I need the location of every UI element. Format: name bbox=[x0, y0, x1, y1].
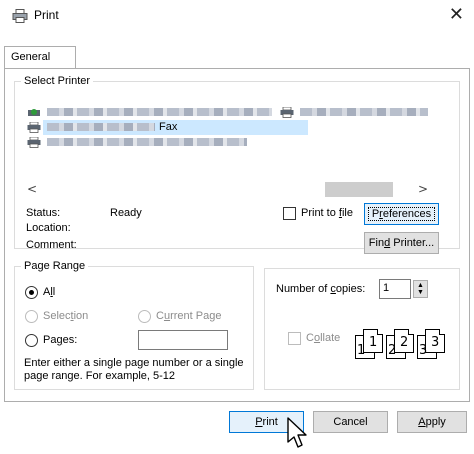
mouse-cursor-icon bbox=[287, 417, 307, 448]
copies-input[interactable]: 1 bbox=[379, 279, 411, 299]
tab-general-label: General bbox=[11, 51, 51, 63]
copies-group: Number of copies: 1 ▲ ▼ Collate 1 1 2 2 … bbox=[264, 268, 460, 390]
all-label[interactable]: All bbox=[43, 286, 55, 298]
printer-item[interactable] bbox=[280, 105, 430, 120]
page-range-hint-line1: Enter either a single page number or a s… bbox=[24, 357, 244, 369]
location-label: Location: bbox=[26, 222, 71, 234]
title-bar: Print ✕ bbox=[0, 0, 474, 32]
collate-label[interactable]: Collate bbox=[306, 332, 340, 344]
printer-name-redacted bbox=[47, 108, 272, 116]
printer-item-fax[interactable]: Fax bbox=[25, 120, 308, 135]
selection-radio[interactable] bbox=[25, 310, 38, 323]
tab-general[interactable]: General bbox=[4, 46, 76, 69]
printer-name-redacted bbox=[47, 138, 247, 146]
page-range-group: Page Range All Selection Current Page Pa… bbox=[14, 260, 254, 390]
print-to-file-checkbox[interactable] bbox=[283, 207, 296, 220]
comment-label: Comment: bbox=[26, 239, 77, 251]
printer-icon bbox=[27, 137, 41, 148]
printer-list-scrollbar[interactable]: < > bbox=[25, 181, 430, 198]
printer-icon bbox=[12, 9, 28, 23]
copies-spinner[interactable]: ▲ ▼ bbox=[413, 280, 428, 298]
find-printer-button[interactable]: Find Printer... bbox=[364, 232, 439, 254]
close-icon[interactable]: ✕ bbox=[449, 4, 464, 26]
apply-button[interactable]: Apply bbox=[397, 411, 467, 433]
printer-name-redacted bbox=[300, 108, 428, 116]
status-value: Ready bbox=[110, 207, 142, 219]
current-page-label[interactable]: Current Page bbox=[156, 310, 221, 322]
all-radio[interactable] bbox=[25, 286, 38, 299]
printer-item[interactable] bbox=[25, 135, 275, 150]
collate-checkbox[interactable] bbox=[288, 332, 301, 345]
general-panel: Select Printer Fax < > Status: Ready Loc… bbox=[4, 68, 470, 402]
cancel-button[interactable]: Cancel bbox=[313, 411, 388, 433]
scroll-left-icon[interactable]: < bbox=[27, 182, 37, 196]
collate-page-number: 3 bbox=[431, 335, 440, 350]
select-printer-legend: Select Printer bbox=[24, 75, 91, 87]
collate-page-number: 2 bbox=[400, 335, 409, 350]
spin-down-icon[interactable]: ▼ bbox=[417, 289, 424, 296]
current-page-radio[interactable] bbox=[138, 310, 151, 323]
pages-label[interactable]: Pages: bbox=[43, 334, 77, 346]
printer-name-fax: Fax bbox=[159, 121, 178, 133]
spin-up-icon[interactable]: ▲ bbox=[417, 282, 424, 289]
collate-page-number: 2 bbox=[388, 343, 397, 358]
print-to-file-label[interactable]: Print to file bbox=[301, 207, 353, 219]
preferences-button[interactable]: Preferences bbox=[364, 203, 439, 225]
printer-name-redacted bbox=[47, 123, 155, 131]
collate-page-number: 3 bbox=[419, 343, 428, 358]
window-title: Print bbox=[34, 8, 59, 22]
status-label: Status: bbox=[26, 207, 61, 219]
printer-status-icon bbox=[28, 109, 40, 116]
printer-list[interactable]: Fax bbox=[25, 105, 430, 171]
dialog-button-bar: Print Cancel Apply bbox=[0, 402, 474, 454]
page-range-legend: Page Range bbox=[24, 260, 86, 272]
pages-input[interactable] bbox=[138, 330, 228, 350]
collate-page-number: 1 bbox=[357, 343, 366, 358]
scroll-right-icon[interactable]: > bbox=[418, 182, 428, 196]
fax-printer-icon bbox=[27, 122, 41, 133]
printer-icon bbox=[280, 107, 294, 118]
scrollbar-thumb[interactable] bbox=[325, 182, 393, 197]
select-printer-group: Select Printer Fax < > Status: Ready Loc… bbox=[14, 75, 460, 254]
pages-radio[interactable] bbox=[25, 334, 38, 347]
copies-label: Number of copies: bbox=[276, 283, 366, 295]
collate-page-number: 1 bbox=[369, 335, 378, 350]
printer-item[interactable] bbox=[25, 105, 275, 120]
page-range-hint-line2: page range. For example, 5-12 bbox=[24, 370, 176, 382]
selection-label[interactable]: Selection bbox=[43, 310, 88, 322]
